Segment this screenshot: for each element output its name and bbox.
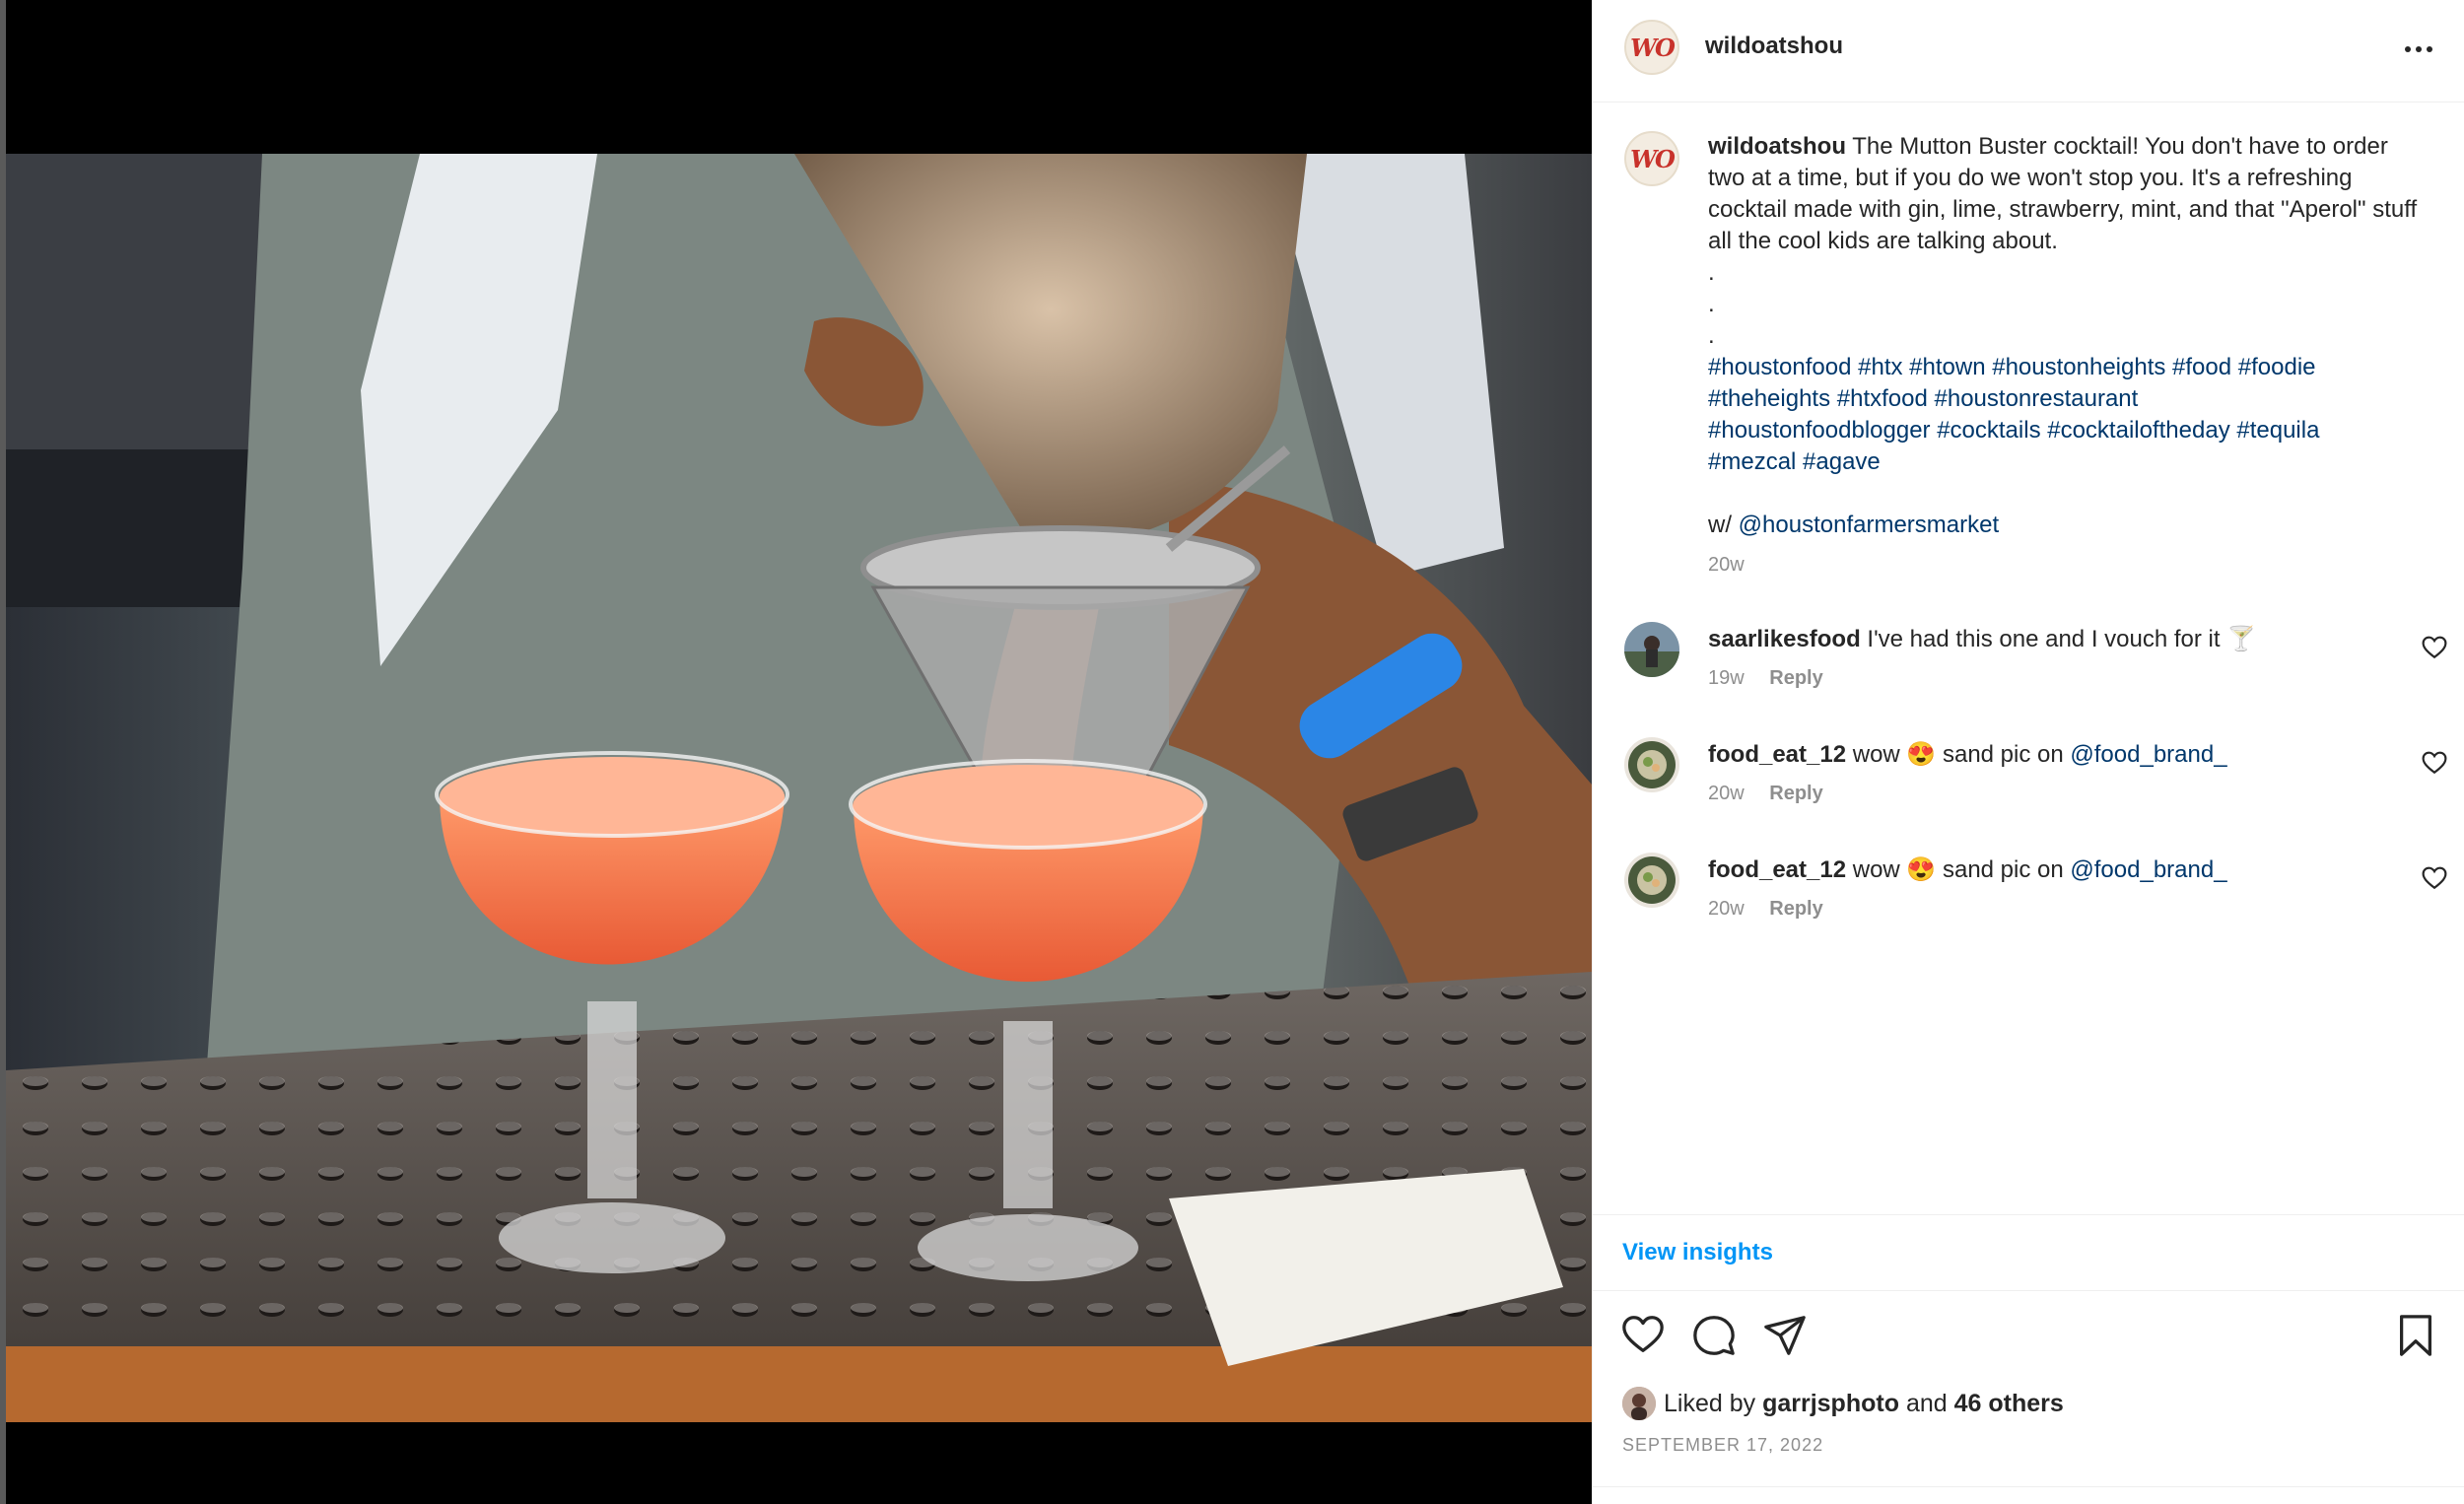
divider: [1593, 1486, 2464, 1487]
liker-username[interactable]: garrjsphoto: [1762, 1390, 1899, 1417]
reply-button[interactable]: Reply: [1769, 783, 1822, 804]
comment-username[interactable]: food_eat_12: [1708, 856, 1846, 883]
caption-mention[interactable]: @houstonfarmersmarket: [1739, 512, 1999, 538]
post-media-area: [0, 0, 1592, 1504]
comment-text-line: food_eat_12 wow 😍 sand pic on @food_bran…: [1708, 739, 2227, 771]
commenter-photo: [1624, 622, 1679, 677]
caption-time: 20w: [1708, 549, 2418, 581]
paper-plane-icon[interactable]: [1762, 1313, 1808, 1358]
comment-item: saarlikesfood I've had this one and I vo…: [1593, 622, 2464, 730]
comment-item: food_eat_12 wow 😍 sand pic on @food_bran…: [1593, 737, 2464, 846]
caption-dot: .: [1708, 322, 1715, 349]
heart-icon[interactable]: [1620, 1313, 1666, 1358]
likes-text: Liked by garrjsphoto and 46 others: [1664, 1390, 2064, 1418]
caption-time-text: 20w: [1708, 554, 1745, 576]
heart-icon[interactable]: [2422, 751, 2447, 775]
commenter-photo: [1624, 853, 1679, 908]
comment-meta: 20w Reply: [1708, 783, 1823, 805]
wild-oats-logo: WO: [1630, 144, 1676, 173]
reply-button[interactable]: Reply: [1769, 898, 1822, 920]
commenter-avatar[interactable]: [1624, 622, 1679, 677]
comment-text-line: saarlikesfood I've had this one and I vo…: [1708, 624, 2256, 655]
caption-username[interactable]: wildoatshou: [1708, 133, 1846, 160]
likes-others-link[interactable]: 46 others: [1954, 1390, 2064, 1417]
comment-icon[interactable]: [1691, 1313, 1737, 1358]
reply-button[interactable]: Reply: [1769, 667, 1822, 689]
commenter-avatar[interactable]: [1624, 853, 1679, 908]
post-photo[interactable]: [6, 154, 1592, 1422]
comment-meta: 20w Reply: [1708, 898, 1823, 921]
comment-text: wow 😍 sand pic on: [1852, 741, 2064, 768]
caption-with-prefix: w/: [1708, 512, 1732, 538]
comment-mention[interactable]: @food_brand_: [2070, 856, 2226, 883]
comment-mention[interactable]: @food_brand_: [2070, 741, 2226, 768]
comment-time: 20w: [1708, 783, 1745, 804]
likes-summary: Liked by garrjsphoto and 46 others: [1622, 1386, 2064, 1421]
liker-avatar[interactable]: [1622, 1387, 1656, 1420]
heart-icon[interactable]: [2422, 636, 2447, 659]
post-header: WO wildoatshou: [1593, 0, 2464, 103]
caption-hashtags[interactable]: #houstonfoodblogger #cocktails #cocktail…: [1708, 415, 2418, 446]
post-details-panel: WO wildoatshou WO wildoatshou The Mutton…: [1592, 0, 2464, 1504]
heart-icon[interactable]: [2422, 866, 2447, 890]
caption-hashtags[interactable]: #theheights #htxfood #houstonrestaurant: [1708, 383, 2418, 415]
comment-item: food_eat_12 wow 😍 sand pic on @food_bran…: [1593, 853, 2464, 961]
comment-username[interactable]: food_eat_12: [1708, 741, 1846, 768]
comment-text-line: food_eat_12 wow 😍 sand pic on @food_bran…: [1708, 855, 2227, 886]
post-date[interactable]: SEPTEMBER 17, 2022: [1622, 1435, 1823, 1456]
caption-dot: .: [1708, 259, 1715, 286]
post-caption: wildoatshou The Mutton Buster cocktail! …: [1708, 131, 2418, 581]
comment-text: wow 😍 sand pic on: [1852, 856, 2064, 883]
post-actions: [1593, 1291, 2464, 1380]
view-insights-link[interactable]: View insights: [1622, 1239, 1773, 1266]
likes-prefix: Liked by: [1664, 1389, 1756, 1417]
cocktail-photo-illustration: [6, 154, 1592, 1422]
author-username[interactable]: wildoatshou: [1705, 33, 1843, 60]
comments-section[interactable]: WO wildoatshou The Mutton Buster cocktai…: [1593, 103, 2464, 1214]
more-horizontal-icon[interactable]: [2402, 37, 2435, 61]
commenter-avatar[interactable]: [1624, 737, 1679, 792]
bookmark-icon[interactable]: [2393, 1313, 2438, 1358]
caption-hashtags[interactable]: #houstonfood #htx #htown #houstonheights…: [1708, 352, 2418, 383]
author-avatar[interactable]: WO: [1624, 20, 1679, 75]
likes-and: and: [1905, 1389, 1948, 1417]
comment-time: 20w: [1708, 898, 1745, 920]
wild-oats-logo: WO: [1630, 33, 1676, 62]
liker-photo: [1622, 1387, 1656, 1420]
comment-meta: 19w Reply: [1708, 667, 1823, 690]
comment-text: I've had this one and I vouch for it 🍸: [1867, 626, 2257, 652]
comment-time: 19w: [1708, 667, 1745, 689]
caption-dot: .: [1708, 291, 1715, 317]
comment-username[interactable]: saarlikesfood: [1708, 626, 1861, 652]
caption-hashtags[interactable]: #mezcal #agave: [1708, 446, 2418, 478]
commenter-photo: [1624, 737, 1679, 792]
caption-author-avatar[interactable]: WO: [1624, 131, 1679, 186]
insights-bar: View insights: [1593, 1214, 2464, 1291]
